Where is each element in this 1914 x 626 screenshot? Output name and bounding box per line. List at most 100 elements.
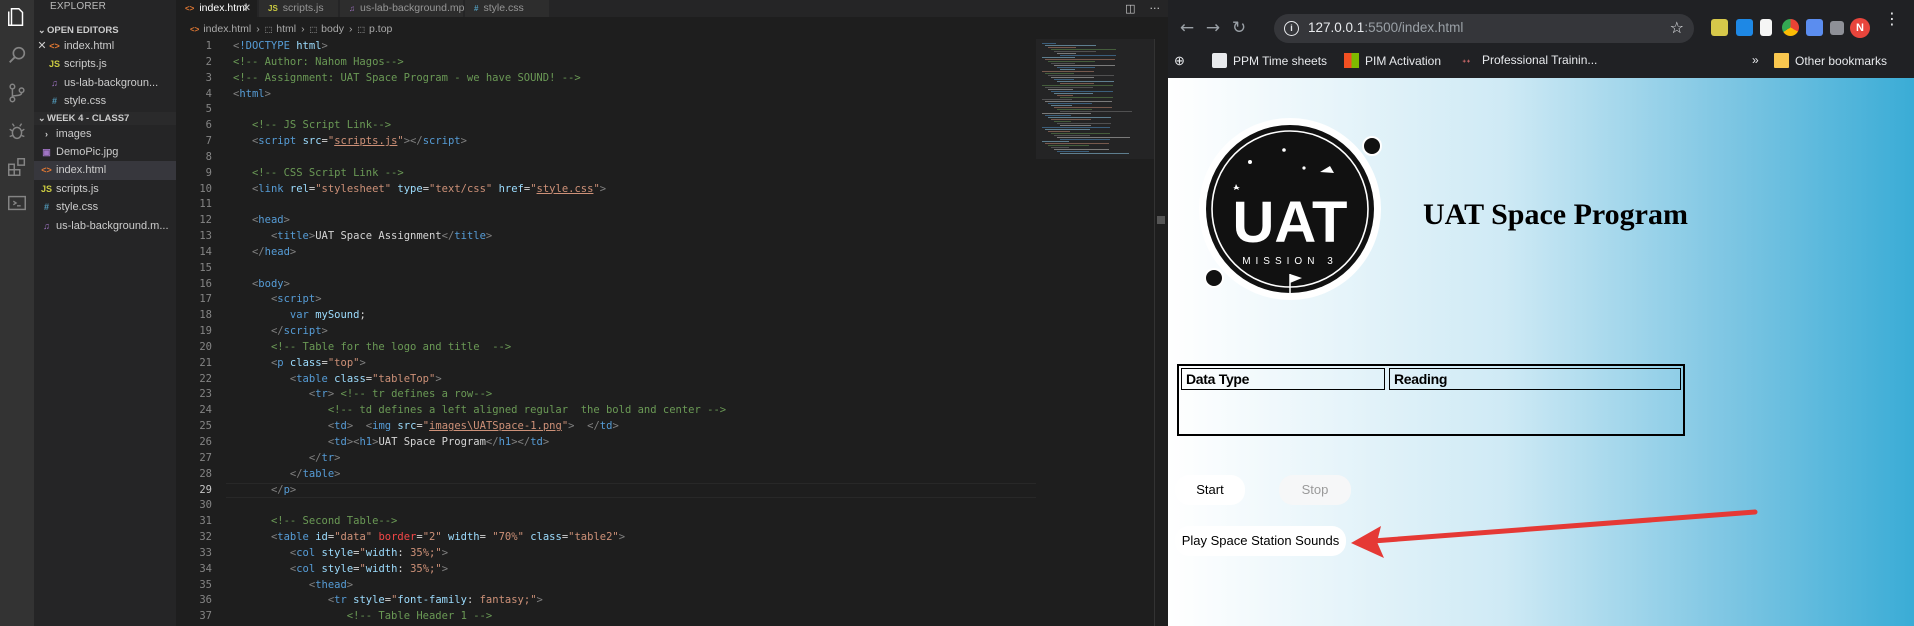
back-arrow-icon[interactable]: ← — [1176, 17, 1198, 39]
code-line[interactable]: 32 <table id="data" border="2" width= "7… — [176, 530, 1036, 546]
chrome-menu-icon[interactable]: ⋮ — [1884, 11, 1900, 27]
file-us-lab-backgroun[interactable]: ♫ us-lab-backgroun... — [34, 74, 176, 92]
play-sounds-button[interactable]: Play Space Station Sounds — [1175, 526, 1346, 556]
workspace-header[interactable]: ⌄WEEK 4 - CLASS7 — [34, 111, 176, 125]
file-images[interactable]: › images — [34, 125, 176, 143]
code-line[interactable]: 9 <!-- CSS Script Link --> — [176, 166, 1036, 182]
address-bar[interactable]: i 127.0.0.1:5500/index.html ☆ — [1274, 14, 1694, 43]
start-button[interactable]: Start — [1175, 475, 1245, 505]
apps-icon[interactable]: ⊕ — [1174, 53, 1185, 69]
code-line[interactable]: 29 </p> — [176, 482, 1036, 499]
close-icon[interactable]: ✕ — [243, 0, 251, 17]
code-line[interactable]: 28 </table> — [176, 467, 1036, 483]
bookmark-pim[interactable]: PIM Activation — [1344, 53, 1441, 68]
code-line[interactable]: 5 — [176, 102, 1036, 118]
bookmark-star-icon[interactable]: ☆ — [1670, 18, 1684, 37]
tab-scripts-js[interactable]: JS scripts.js — [259, 0, 339, 17]
code-line[interactable]: 17 <script> — [176, 292, 1036, 308]
search-icon[interactable] — [4, 42, 30, 68]
extension-icon[interactable] — [1711, 19, 1728, 36]
code-line[interactable]: 37 <!-- Table Header 1 --> — [176, 609, 1036, 625]
split-editor-icon[interactable]: ◫ — [1125, 2, 1135, 15]
minimap[interactable] — [1036, 39, 1154, 159]
stop-button[interactable]: Stop — [1279, 475, 1351, 505]
code-line[interactable]: 27 </tr> — [176, 451, 1036, 467]
code-line[interactable]: 3 <!-- Assignment: UAT Space Program - we… — [176, 71, 1036, 87]
file-index-html[interactable]: ✕ <> index.html — [34, 37, 176, 55]
code-line[interactable]: 11 — [176, 197, 1036, 213]
code-line[interactable]: 19 </script> — [176, 324, 1036, 340]
file-label: style.css — [56, 201, 99, 214]
line-number: 11 — [199, 198, 212, 211]
code-line[interactable]: 1 <!DOCTYPE html> — [176, 39, 1036, 55]
code-line[interactable]: 10 <link rel="stylesheet" type="text/css… — [176, 182, 1036, 198]
explorer-icon[interactable] — [4, 4, 30, 30]
puzzle-extension-icon[interactable] — [1830, 21, 1844, 35]
code-line[interactable]: 26 <td><h1>UAT Space Program</h1></td> — [176, 435, 1036, 451]
code-line[interactable]: 31 <!-- Second Table--> — [176, 514, 1036, 530]
code-line[interactable]: 22 <table class="tableTop"> — [176, 372, 1036, 388]
code-line[interactable]: 35 <thead> — [176, 578, 1036, 594]
windows-extension-icon[interactable] — [1736, 19, 1753, 36]
file-scripts-js[interactable]: JS scripts.js — [34, 180, 176, 198]
editor-scrollbar[interactable] — [1154, 39, 1168, 626]
debug-icon[interactable] — [4, 118, 30, 144]
file-scripts-js[interactable]: JS scripts.js — [34, 55, 176, 73]
code-line[interactable]: 33 <col style="width: 35%;"> — [176, 546, 1036, 562]
reload-icon[interactable]: ↻ — [1228, 17, 1250, 39]
site-info-icon[interactable]: i — [1284, 21, 1299, 36]
file-index-html[interactable]: <> index.html — [34, 161, 176, 180]
more-actions-icon[interactable]: ··· — [1150, 2, 1161, 15]
file-style-css[interactable]: # style.css — [34, 92, 176, 110]
breadcrumb-p-top[interactable]: p.top — [369, 23, 392, 35]
code-editor[interactable]: 1 <!DOCTYPE html> 2 <!-- Author: Nahom Hago… — [176, 39, 1036, 626]
code-line[interactable]: 30 — [176, 498, 1036, 514]
breadcrumb-body[interactable]: body — [321, 23, 344, 35]
file-demopic-jpg[interactable]: ▣ DemoPic.jpg — [34, 143, 176, 161]
tab-style-css[interactable]: # style.css — [465, 0, 550, 17]
code-line[interactable]: 14 </head> — [176, 245, 1036, 261]
tab-index-html[interactable]: <> index.html ✕ — [176, 0, 258, 17]
remote-explorer-icon[interactable] — [4, 190, 30, 216]
more-bookmarks-button[interactable]: » — [1752, 53, 1759, 67]
file-us-lab-background-m[interactable]: ♫ us-lab-background.m... — [34, 217, 176, 235]
grid-extension-icon[interactable] — [1806, 19, 1823, 36]
chrome-extension-icon[interactable] — [1782, 19, 1799, 36]
breadcrumb-html[interactable]: html — [276, 23, 296, 35]
code-line[interactable]: 16 <body> — [176, 277, 1036, 293]
forward-arrow-icon[interactable]: → — [1202, 17, 1224, 39]
code-text: <td> <img src="images\UATSpace-1.png"> <… — [327, 420, 619, 433]
code-line[interactable]: 15 — [176, 261, 1036, 277]
extensions-icon[interactable] — [4, 154, 30, 180]
logo-text: UAT — [1233, 190, 1348, 255]
breadcrumb-file[interactable]: index.html — [203, 23, 251, 35]
code-line[interactable]: 24 <!-- td defines a left aligned regula… — [176, 403, 1036, 419]
code-line[interactable]: 25 <td> <img src="images\UATSpace-1.png"… — [176, 419, 1036, 435]
bookmark-training[interactable]: ᐩᐩ Professional Trainin... — [1462, 53, 1597, 72]
extension-icon[interactable] — [1760, 19, 1772, 36]
scrollbar-thumb[interactable] — [1157, 216, 1165, 224]
code-line[interactable]: 18 var mySound; — [176, 308, 1036, 324]
file-style-css[interactable]: # style.css — [34, 198, 176, 216]
code-line[interactable]: 20 <!-- Table for the logo and title --> — [176, 340, 1036, 356]
code-line[interactable]: 21 <p class="top"> — [176, 356, 1036, 372]
code-line[interactable]: 23 <tr> <!-- tr defines a row--> — [176, 387, 1036, 403]
profile-avatar[interactable]: N — [1850, 18, 1870, 38]
code-line[interactable]: 13 <title>UAT Space Assignment</title> — [176, 229, 1036, 245]
code-text: <table class="tableTop"> — [289, 372, 442, 385]
code-line[interactable]: 8 — [176, 150, 1036, 166]
code-line[interactable]: 7 <script src="scripts.js"></script> — [176, 134, 1036, 150]
code-line[interactable]: 4 <html> — [176, 87, 1036, 103]
code-line[interactable]: 12 <head> — [176, 213, 1036, 229]
source-control-icon[interactable] — [4, 80, 30, 106]
code-line[interactable]: 34 <col style="width: 35%;"> — [176, 562, 1036, 578]
tab-us-lab-background[interactable]: ♫ us-lab-background.mp3 — [340, 0, 470, 17]
code-line[interactable]: 6 <!-- JS Script Link--> — [176, 118, 1036, 134]
open-editors-header[interactable]: ⌄OPEN EDITORS — [34, 24, 176, 37]
bookmark-ppm[interactable]: PPM Time sheets — [1212, 53, 1327, 68]
other-bookmarks[interactable]: Other bookmarks — [1774, 53, 1887, 68]
code-line[interactable]: 36 <tr style="font-family: fantasy;"> — [176, 593, 1036, 609]
close-icon[interactable]: ✕ — [36, 37, 48, 55]
code-line[interactable]: 2 <!-- Author: Nahom Hagos--> — [176, 55, 1036, 71]
code-text: <script> — [270, 293, 322, 306]
